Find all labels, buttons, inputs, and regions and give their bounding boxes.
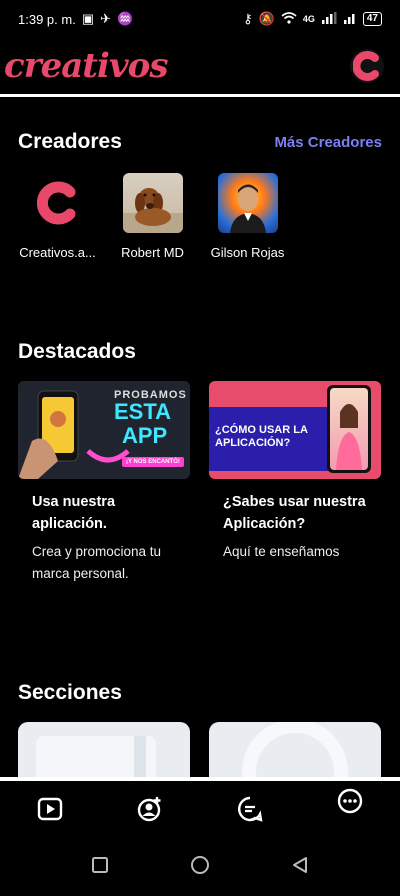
card-title: Usa nuestra aplicación. bbox=[32, 494, 116, 532]
card-description: Aquí te enseñamos bbox=[223, 544, 340, 559]
sections-header: Secciones bbox=[18, 681, 382, 705]
status-time: 1:39 p. m. bbox=[18, 11, 76, 27]
brand-logo[interactable]: creativos bbox=[4, 46, 168, 86]
circle-icon bbox=[190, 855, 209, 874]
section-card[interactable] bbox=[209, 722, 381, 777]
notification-icon: ✈ bbox=[100, 11, 112, 26]
creator-item[interactable]: Gilson Rojas bbox=[200, 173, 295, 260]
creators-header: Creadores Más Creadores bbox=[18, 130, 382, 154]
banner-line-2: APLICACIÓN? bbox=[215, 437, 291, 449]
man-photo bbox=[217, 173, 278, 233]
battery-indicator: 47 bbox=[362, 12, 382, 26]
sections-title: Secciones bbox=[18, 681, 122, 704]
creativos-logo-icon bbox=[28, 173, 88, 233]
signal-icon-2 bbox=[343, 12, 357, 27]
featured-card[interactable]: PROBAMOS ESTA APP ¡Y NOS ENCANTÓ! Usa nu… bbox=[18, 381, 190, 585]
banner-line-1: ¿CÓMO USAR LA bbox=[215, 424, 308, 436]
card-title: ¿Sabes usar nuestra Aplicación? bbox=[223, 494, 366, 532]
section-card[interactable] bbox=[18, 722, 190, 777]
status-bar: 1:39 p. m. ▣ ✈ ♒ ⚷ 🔕 4G 47 bbox=[0, 0, 400, 38]
app-bar: creativos bbox=[0, 38, 400, 94]
card-description: Crea y promociona tu marca personal. bbox=[32, 544, 162, 581]
creator-item[interactable]: Robert MD bbox=[105, 173, 200, 260]
nav-more-button[interactable] bbox=[330, 781, 370, 821]
nav-play-button[interactable] bbox=[30, 789, 70, 829]
system-navigation bbox=[0, 838, 400, 896]
dog-photo bbox=[122, 173, 183, 233]
creator-name: Gilson Rojas bbox=[210, 245, 285, 260]
banner-text-esta: ESTA bbox=[114, 399, 172, 424]
chat-icon bbox=[238, 796, 263, 822]
wifi-icon bbox=[281, 11, 297, 27]
creativos-logo-icon bbox=[353, 51, 379, 81]
pulse-icon: ♒ bbox=[117, 11, 134, 26]
featured-card[interactable]: ¿CÓMO USAR LA APLICACIÓN? ¿Sabes usar nu… bbox=[209, 381, 381, 563]
home-button[interactable] bbox=[190, 855, 210, 880]
featured-banner: ¿CÓMO USAR LA APLICACIÓN? bbox=[209, 381, 381, 479]
nav-chat-button[interactable] bbox=[230, 789, 270, 829]
featured-banner: PROBAMOS ESTA APP ¡Y NOS ENCANTÓ! bbox=[18, 381, 190, 479]
banner-tag: ¡Y NOS ENCANTÓ! bbox=[122, 457, 184, 467]
bottom-navigation bbox=[0, 777, 400, 837]
creator-name: Robert MD bbox=[121, 245, 184, 260]
add-user-icon bbox=[137, 797, 161, 822]
nav-add-user-button[interactable] bbox=[130, 789, 170, 829]
profile-avatar[interactable] bbox=[350, 49, 384, 83]
banner-text-app: APP bbox=[122, 423, 168, 448]
creator-item[interactable]: Creativos.a... bbox=[10, 173, 105, 260]
back-button[interactable] bbox=[291, 856, 309, 879]
network-label: 4G bbox=[302, 14, 315, 24]
phone-mockup bbox=[327, 385, 371, 473]
signal-icon bbox=[321, 11, 337, 27]
square-icon bbox=[91, 856, 108, 873]
play-icon bbox=[37, 797, 63, 821]
featured-header: Destacados bbox=[18, 340, 382, 364]
more-icon bbox=[337, 788, 363, 814]
key-icon: ⚷ bbox=[243, 11, 253, 26]
recents-button[interactable] bbox=[91, 856, 109, 879]
creator-name: Creativos.a... bbox=[19, 245, 96, 260]
main-content[interactable]: Creadores Más Creadores Creativos.a... R… bbox=[0, 97, 400, 777]
creators-list: Creativos.a... Robert MD Gilson Rojas bbox=[10, 173, 390, 260]
creators-title: Creadores bbox=[18, 130, 122, 153]
mute-icon: 🔕 bbox=[258, 11, 275, 26]
back-triangle-icon bbox=[293, 856, 308, 873]
more-creators-link[interactable]: Más Creadores bbox=[274, 134, 382, 151]
app-notification-icon: ▣ bbox=[81, 11, 95, 26]
featured-title: Destacados bbox=[18, 340, 136, 363]
